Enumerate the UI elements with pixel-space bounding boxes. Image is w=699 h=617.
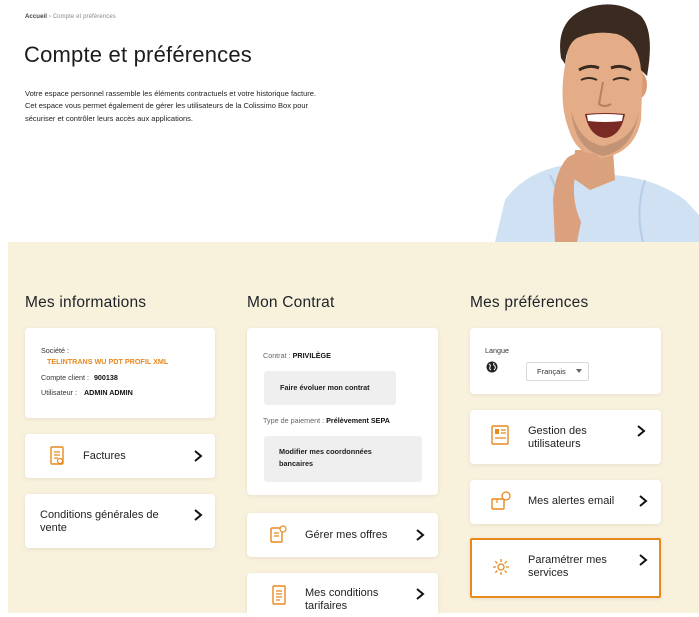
globe-icon (486, 361, 498, 373)
invoice-icon (50, 446, 64, 465)
edit-bank-details-button[interactable]: Modifier mes coordonnées bancaires (264, 436, 422, 482)
client-label: Compte client : (41, 373, 89, 382)
caret-down-icon (576, 369, 582, 373)
contract-title: Mon Contrat (247, 294, 335, 311)
breadcrumb-separator: › (48, 14, 51, 20)
language-select[interactable]: Français (526, 362, 589, 381)
pricing-link-card[interactable]: Mes conditions tarifaires (247, 573, 438, 617)
informations-title: Mes informations (25, 294, 147, 311)
gear-icon (493, 559, 509, 575)
email-alerts-link-label: Mes alertes email (528, 495, 615, 507)
payment-value: Prélèvement SEPA (326, 416, 390, 425)
chevron-right-icon (416, 588, 425, 600)
breadcrumb-current: Compte et préférences (52, 14, 116, 20)
hero-section: Accueil › Compte et préférences Compte e… (0, 0, 699, 242)
invoices-link-card[interactable]: Factures (25, 434, 215, 478)
language-card: Langue Français (470, 328, 661, 394)
terms-link-label: Conditions générales de vente (40, 509, 159, 534)
services-settings-link-card[interactable]: Paramétrer mes services (470, 538, 661, 598)
company-label: Société : (41, 346, 69, 355)
chevron-right-icon (639, 554, 648, 566)
evolve-contract-button[interactable]: Faire évoluer mon contrat (264, 371, 396, 405)
email-alerts-link-card[interactable]: Mes alertes email (470, 480, 661, 524)
pricing-icon (272, 585, 286, 605)
pricing-link-label: Mes conditions tarifaires (305, 587, 379, 612)
chevron-right-icon (639, 495, 648, 507)
users-management-link-label: Gestion des utilisateurs (528, 425, 587, 450)
chevron-right-icon (194, 450, 203, 462)
language-selected-value: Français (537, 367, 566, 376)
company-info-card: Société : TELINTRANS WU PDT PROFIL XML C… (25, 328, 215, 418)
hero-photo (495, 4, 699, 242)
evolve-contract-label: Faire évoluer mon contrat (280, 383, 370, 392)
offers-icon (270, 525, 287, 543)
user-value: ADMIN ADMIN (83, 388, 133, 397)
contract-label: Contrat : (263, 351, 291, 360)
language-label: Langue (485, 346, 509, 355)
offers-link-label: Gérer mes offres (305, 529, 388, 541)
services-settings-link-label: Paramétrer mes services (528, 554, 607, 579)
chevron-right-icon (194, 509, 203, 521)
breadcrumb-home[interactable]: Accueil (25, 14, 47, 20)
contract-value: PRIVILÈGE (292, 351, 331, 360)
client-value: 900138 (93, 373, 118, 382)
users-management-icon (491, 425, 509, 445)
edit-bank-details-label: Modifier mes coordonnées bancaires (279, 447, 372, 468)
page-title: Compte et préférences (24, 42, 252, 67)
email-alert-icon (491, 491, 511, 510)
offers-link-card[interactable]: Gérer mes offres (247, 513, 438, 557)
company-value: TELINTRANS WU PDT PROFIL XML (47, 357, 169, 366)
invoices-link-label: Factures (83, 450, 126, 462)
user-label: Utilisateur : (41, 388, 77, 397)
users-management-link-card[interactable]: Gestion des utilisateurs (470, 410, 661, 464)
contract-card: Contrat : PRIVILÈGE Faire évoluer mon co… (247, 328, 438, 495)
chevron-right-icon (637, 425, 646, 437)
account-panel: Mes informations Société : TELINTRANS WU… (8, 242, 699, 617)
payment-label: Type de paiement : (263, 416, 325, 425)
preferences-title: Mes préférences (470, 294, 589, 311)
terms-link-card[interactable]: Conditions générales de vente (25, 494, 215, 548)
page-intro: Votre espace personnel rassemble les élé… (25, 89, 316, 123)
chevron-right-icon (416, 529, 425, 541)
breadcrumb: Accueil › Compte et préférences (25, 14, 116, 20)
